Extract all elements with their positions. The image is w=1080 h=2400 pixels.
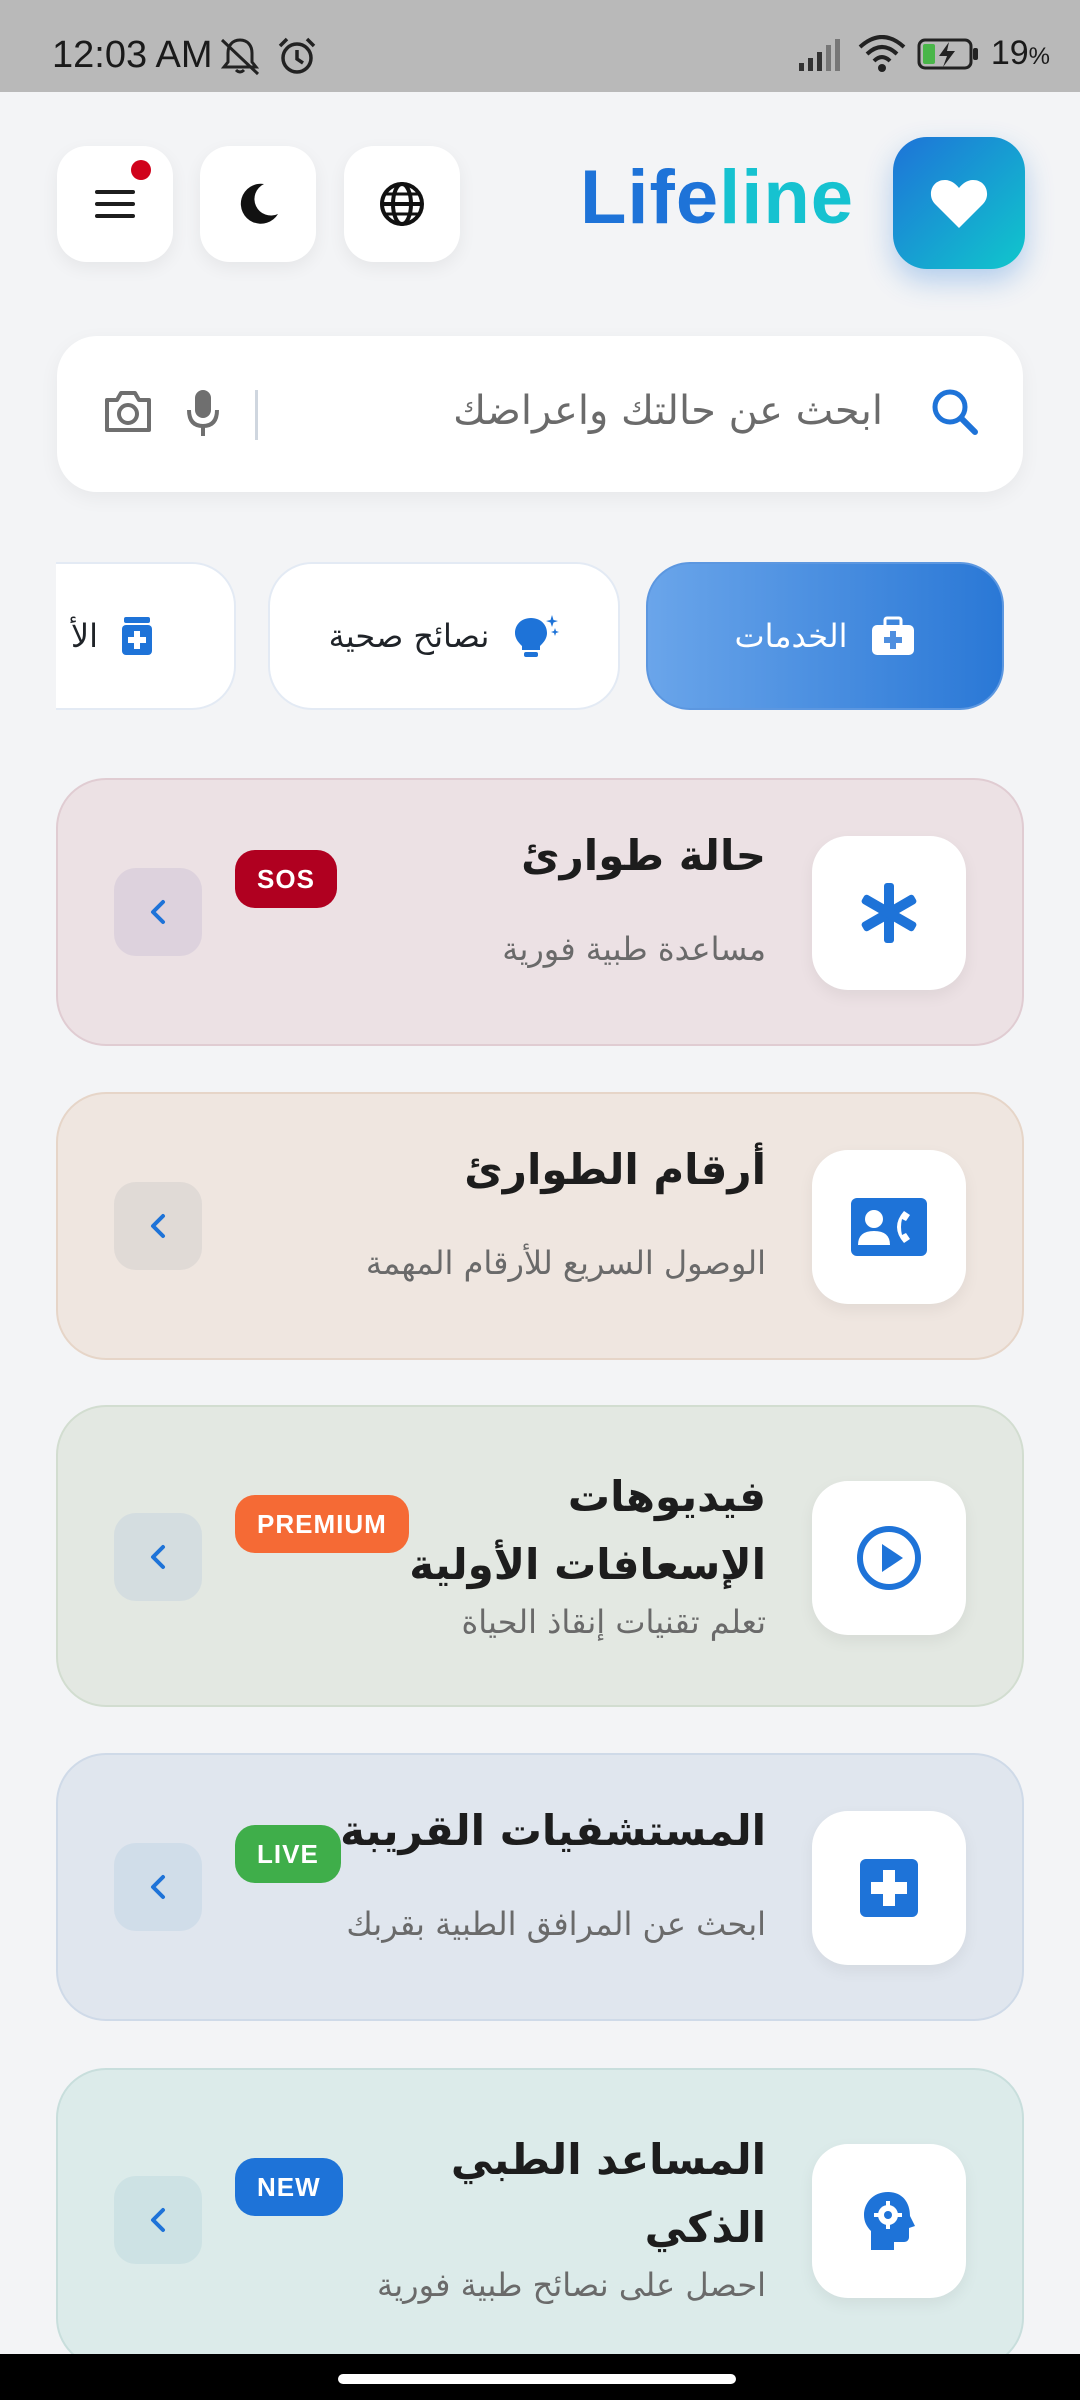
card-arrow-button[interactable] [114, 868, 202, 956]
card-nearby-hospitals[interactable]: المستشفيات القريبة ابحث عن المرافق الطبي… [56, 1753, 1024, 2021]
status-left-icons [218, 36, 318, 76]
card-emergency-numbers[interactable]: أرقام الطوارئ الوصول السريع للأرقام المه… [56, 1092, 1024, 1360]
tab-health-tips-label: نصائح صحية [328, 617, 490, 655]
moon-icon [240, 183, 278, 224]
card-icon-box [812, 1811, 966, 1965]
mute-bell-icon [220, 38, 260, 76]
card-title: المستشفيات القريبة [340, 1806, 766, 1855]
chevron-left-icon [151, 1214, 165, 1238]
play-circle-icon [857, 1526, 921, 1590]
card-subtitle: احصل على نصائح طبية فورية [377, 2266, 766, 2304]
menu-icon [95, 190, 135, 218]
card-icon-box [812, 1481, 966, 1635]
premium-badge: PREMIUM [235, 1495, 409, 1553]
heart-icon [930, 180, 988, 228]
theme-toggle-button[interactable] [200, 146, 316, 262]
search-divider [255, 390, 258, 440]
status-bar: 12:03 AM 19% [0, 0, 1080, 92]
card-title: حالة طوارئ [521, 831, 766, 880]
globe-icon [380, 182, 424, 226]
system-navigation-bar [0, 2354, 1080, 2400]
tab-medicines-label: الأ [70, 617, 98, 655]
card-title-line2: الذكي [644, 2203, 766, 2252]
card-title: أرقام الطوارئ [464, 1145, 766, 1194]
language-button[interactable] [344, 146, 460, 262]
search-icon[interactable] [929, 386, 981, 438]
card-title: فيديوهات الإسعافات الأولية [409, 1463, 766, 1599]
new-badge: NEW [235, 2158, 343, 2216]
card-title-line1: المساعد الطبي [450, 2135, 766, 2184]
status-time: 12:03 AM [52, 34, 213, 76]
card-subtitle: ابحث عن المرافق الطبية بقربك [346, 1905, 766, 1943]
sos-badge: SOS [235, 850, 337, 908]
chevron-left-icon [151, 1875, 165, 1899]
home-indicator[interactable] [338, 2374, 736, 2384]
battery-percent: 19% [990, 34, 1050, 72]
card-title-line2: الإسعافات الأولية [409, 1540, 766, 1589]
card-subtitle: تعلم تقنيات إنقاذ الحياة [461, 1603, 766, 1641]
app-title: Lifeline [580, 155, 855, 240]
card-emergency[interactable]: حالة طوارئ مساعدة طبية فورية SOS [56, 778, 1024, 1046]
logo-button[interactable] [893, 137, 1025, 269]
chevron-left-icon [151, 900, 165, 924]
card-title: المساعد الطبي الذكي [451, 2126, 766, 2262]
search-input[interactable]: ابحث عن حالتك واعراضك [453, 388, 883, 434]
card-arrow-button[interactable] [114, 1843, 202, 1931]
medkit-icon [871, 616, 914, 655]
card-icon-box [812, 2144, 966, 2298]
medicine-icon [122, 617, 152, 655]
card-icon-box [812, 1150, 966, 1304]
alarm-icon [278, 37, 316, 74]
tab-services-label: الخدمات [734, 617, 848, 655]
tab-medicines[interactable]: الأ [56, 562, 236, 710]
search-bar[interactable]: ابحث عن حالتك واعراضك [57, 336, 1023, 492]
ai-head-gear-icon [864, 2192, 915, 2250]
asterisk-icon [861, 883, 917, 943]
camera-icon[interactable] [103, 388, 153, 434]
microphone-icon[interactable] [185, 388, 221, 438]
signal-icon [798, 38, 840, 71]
card-arrow-button[interactable] [114, 1182, 202, 1270]
card-first-aid-videos[interactable]: فيديوهات الإسعافات الأولية تعلم تقنيات إ… [56, 1405, 1024, 1707]
notification-dot [131, 160, 151, 180]
card-arrow-button[interactable] [114, 1513, 202, 1601]
wifi-icon [858, 34, 906, 72]
app-header: Lifeline [0, 92, 1080, 312]
card-subtitle: الوصول السريع للأرقام المهمة [365, 1244, 766, 1282]
card-ai-medical-assistant[interactable]: المساعد الطبي الذكي احصل على نصائح طبية … [56, 2068, 1024, 2368]
category-tabs: الخدمات نصائح صحية الأ [56, 560, 1023, 714]
tab-health-tips[interactable]: نصائح صحية [268, 562, 620, 710]
card-subtitle: مساعدة طبية فورية [502, 930, 766, 968]
tab-services[interactable]: الخدمات [646, 562, 1004, 710]
live-badge: LIVE [235, 1825, 341, 1883]
status-right-icons: 19% [797, 34, 1050, 73]
chevron-left-icon [151, 2208, 165, 2232]
hospital-cross-icon [860, 1859, 918, 1917]
card-arrow-button[interactable] [114, 2176, 202, 2264]
card-icon-box [812, 836, 966, 990]
chevron-left-icon [151, 1545, 165, 1569]
lightbulb-icon [515, 615, 560, 657]
card-title-line1: فيديوهات [567, 1472, 766, 1521]
battery-charging-icon [917, 38, 978, 69]
menu-button[interactable] [57, 146, 173, 262]
contact-phone-icon [851, 1198, 927, 1256]
